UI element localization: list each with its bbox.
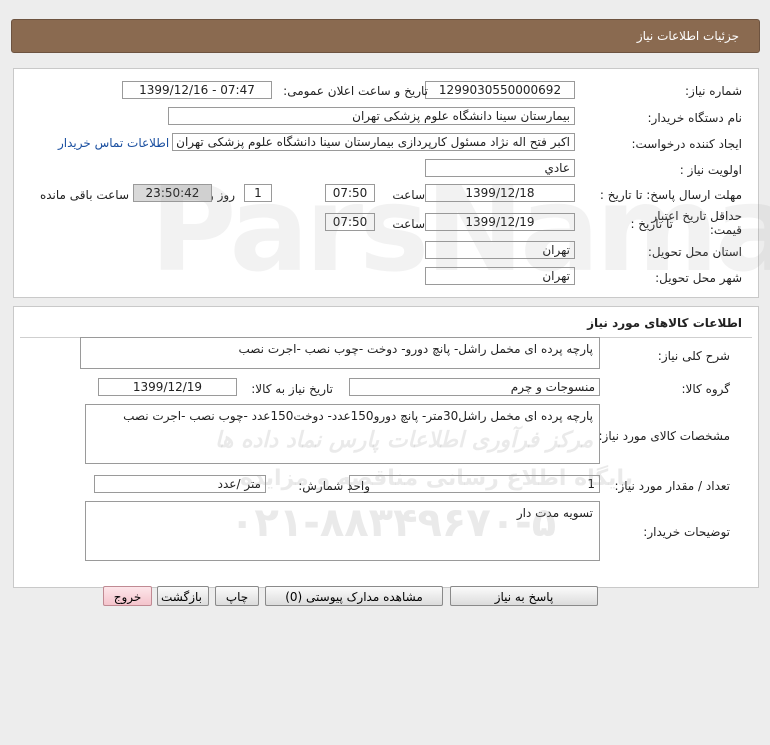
need-number-field: 1299030550000692 — [425, 81, 575, 99]
specs-field: پارچه پرده ای مخمل راشل30متر- پانچ دورو1… — [85, 404, 600, 464]
validity-time-label: ساعت — [392, 217, 425, 231]
deadline-date-field: 1399/12/18 — [425, 184, 575, 202]
quantity-field: 1 — [349, 475, 600, 493]
quantity-label: تعداد / مقدار مورد نیاز: — [614, 479, 730, 493]
day-label: روز و — [208, 188, 235, 202]
unit-field: متر /عدد — [94, 475, 266, 493]
summary-label: شرح کلی نیاز: — [657, 349, 730, 363]
goods-group-label: گروه کالا: — [681, 382, 731, 396]
priority-field: عادي — [425, 159, 575, 177]
view-attachments-button[interactable]: مشاهده مدارک پیوستی (0) — [265, 586, 443, 606]
city-field: تهران — [425, 267, 575, 285]
remaining-time-field: 23:50:42 — [133, 184, 212, 202]
requester-label: ایجاد کننده درخواست: — [631, 137, 742, 151]
buyer-notes-field: تسویه مدت دار — [85, 501, 600, 561]
buyer-notes-label: توضیحات خریدار: — [643, 525, 730, 539]
priority-label: اولویت نیاز : — [679, 163, 742, 177]
page-title: جزئیات اطلاعات نیاز — [636, 29, 739, 43]
need-number-label: شماره نیاز: — [685, 84, 742, 98]
deadline-time-field: 07:50 — [325, 184, 375, 202]
validity-date-field: 1399/12/19 — [425, 213, 575, 231]
days-count-field: 1 — [244, 184, 272, 202]
buyer-org-field: بیمارستان سینا دانشگاه علوم پزشکی تهران — [168, 107, 575, 125]
goods-group-field: منسوجات و چرم — [349, 378, 600, 396]
goods-panel: اطلاعات کالاهای مورد نیاز شرح کلی نیاز: … — [13, 306, 759, 588]
back-button[interactable]: بازگشت — [157, 586, 209, 606]
deadline-time-label: ساعت — [392, 188, 425, 202]
remaining-label: ساعت باقی مانده — [39, 188, 129, 202]
summary-field: پارچه پرده ای مخمل راشل- پانچ دورو- دوخت… — [80, 337, 600, 369]
need-details-panel: شماره نیاز: 1299030550000692 تاریخ و ساع… — [13, 68, 759, 298]
reply-button[interactable]: پاسخ به نیاز — [450, 586, 598, 606]
province-field: تهران — [425, 241, 575, 259]
validity-to-label: تا تاریخ : — [630, 217, 673, 231]
buyer-contact-link[interactable]: اطلاعات تماس خریدار — [58, 136, 169, 150]
buyer-org-label: نام دستگاه خریدار: — [647, 111, 743, 125]
need-date-field: 1399/12/19 — [98, 378, 237, 396]
requester-field: اکبر فتح اله نژاد مسئول کارپردازی بیمارس… — [172, 133, 575, 151]
goods-section-title: اطلاعات کالاهای مورد نیاز — [587, 316, 742, 330]
specs-label: مشخصات کالای مورد نیاز: — [598, 429, 730, 443]
validity-time-field: 07:50 — [325, 213, 375, 231]
unit-label: واحد شمارش: — [298, 479, 370, 493]
print-button[interactable]: چاپ — [215, 586, 259, 606]
exit-button[interactable]: خروج — [103, 586, 152, 606]
page-header: جزئیات اطلاعات نیاز — [11, 19, 760, 53]
need-date-label: تاریخ نیاز به کالا: — [251, 382, 333, 396]
province-label: استان محل تحویل: — [647, 245, 742, 259]
city-label: شهر محل تحویل: — [655, 271, 742, 285]
announce-datetime-field: 1399/12/16 - 07:47 — [122, 81, 272, 99]
deadline-label: مهلت ارسال پاسخ: تا تاریخ : — [599, 188, 742, 202]
announce-label: تاریخ و ساعت اعلان عمومی: — [283, 84, 428, 98]
